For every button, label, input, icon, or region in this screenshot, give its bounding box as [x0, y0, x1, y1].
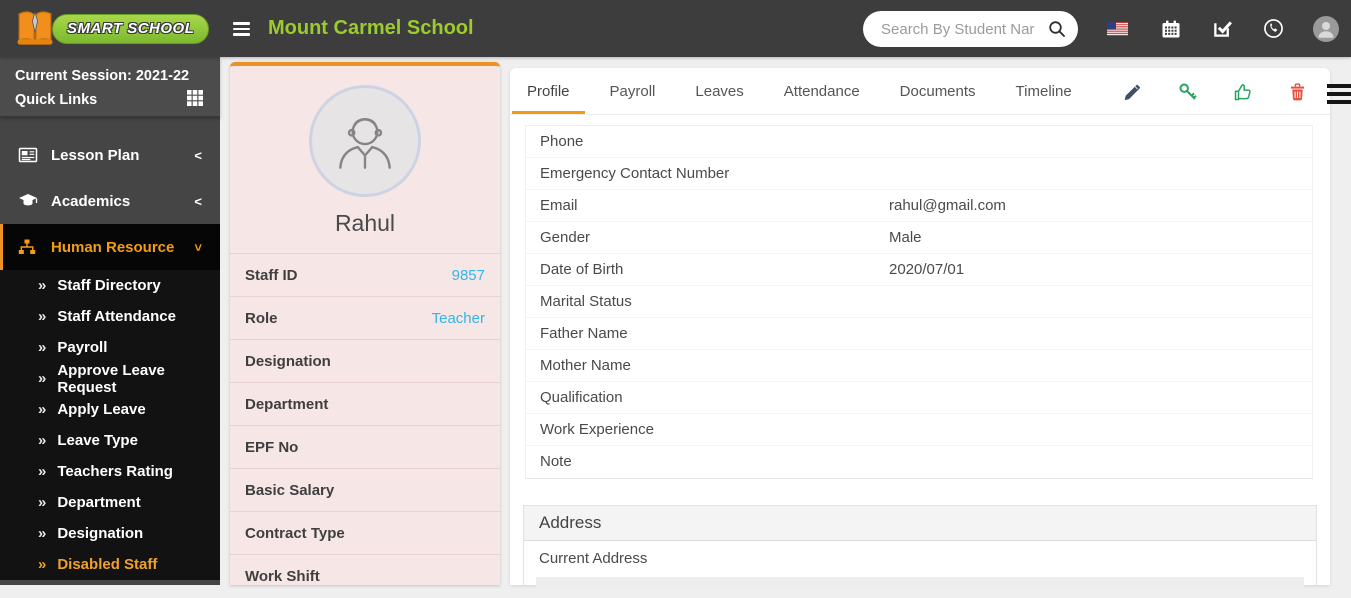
enable-thumbs-up-icon[interactable]: [1234, 83, 1252, 101]
sidebar-menu: Lesson Plan < Academics <: [0, 132, 220, 580]
double-arrow-icon: »: [38, 308, 46, 325]
whatsapp-icon[interactable]: [1262, 0, 1285, 57]
human-resource-icon: [18, 239, 38, 255]
book-logo-icon: [14, 7, 56, 49]
submenu-item-apply-leave[interactable]: » Apply Leave: [0, 394, 220, 425]
detail-row-mother-name: Mother Name: [526, 350, 1312, 382]
sidebar-item-label: Academics: [51, 193, 130, 210]
student-search: [863, 11, 1078, 47]
tab-attendance[interactable]: Attendance: [769, 68, 875, 114]
detail-row-gender: Gender Male: [526, 222, 1312, 254]
staff-name: Rahul: [230, 210, 500, 237]
sidebar-item-human-resource[interactable]: Human Resource <: [0, 224, 220, 270]
detail-row-work-experience: Work Experience: [526, 414, 1312, 446]
staff-detail-card: Profile Payroll Leaves Attendance Docume…: [510, 68, 1330, 585]
chevron-down-icon: <: [194, 240, 202, 255]
tab-profile[interactable]: Profile: [512, 68, 585, 114]
edit-pencil-icon[interactable]: [1123, 83, 1141, 101]
detail-row-qualification: Qualification: [526, 382, 1312, 414]
double-arrow-icon: »: [38, 339, 46, 356]
sidebar-item-lesson-plan[interactable]: Lesson Plan <: [0, 132, 220, 178]
address-section-title: Address: [524, 506, 1316, 541]
quick-links[interactable]: Quick Links: [15, 92, 205, 108]
detail-row-note: Note: [526, 446, 1312, 478]
detail-row-date-of-birth: Date of Birth 2020/07/01: [526, 254, 1312, 286]
summary-row-designation: Designation: [230, 340, 500, 383]
school-name-title: Mount Carmel School: [268, 0, 474, 57]
search-icon[interactable]: [1048, 20, 1066, 38]
summary-row-epf-no: EPF No: [230, 426, 500, 469]
chevron-left-icon: <: [194, 148, 202, 163]
tab-timeline[interactable]: Timeline: [1001, 68, 1087, 114]
submenu-item-disabled-staff[interactable]: » Disabled Staff: [0, 549, 220, 580]
summary-row-contract-type: Contract Type: [230, 512, 500, 555]
card-options-menu-icon[interactable]: [1327, 84, 1351, 108]
summary-row-department: Department: [230, 383, 500, 426]
search-input[interactable]: [881, 12, 1036, 46]
todo-check-icon[interactable]: [1212, 0, 1233, 57]
sidebar-item-academics[interactable]: Academics <: [0, 178, 220, 224]
profile-details-table: Phone Emergency Contact Number Email rah…: [525, 125, 1313, 479]
summary-row-basic-salary: Basic Salary: [230, 469, 500, 512]
summary-row-staff-id: Staff ID 9857: [230, 254, 500, 297]
sidebar-toggle-icon[interactable]: [233, 22, 250, 39]
staff-actions: [1123, 68, 1306, 115]
detail-row-emergency-contact: Emergency Contact Number: [526, 158, 1312, 190]
double-arrow-icon: »: [38, 494, 46, 511]
submenu-item-staff-attendance[interactable]: » Staff Attendance: [0, 301, 220, 332]
submenu-item-designation[interactable]: » Designation: [0, 518, 220, 549]
tab-documents[interactable]: Documents: [885, 68, 991, 114]
session-block: Current Session: 2021-22 Quick Links: [0, 57, 220, 117]
submenu-item-approve-leave-request[interactable]: » Approve Leave Request: [0, 363, 220, 394]
address-section: Address Current Address: [523, 505, 1317, 585]
double-arrow-icon: »: [38, 277, 46, 294]
submenu-item-teachers-rating[interactable]: » Teachers Rating: [0, 456, 220, 487]
address-value-area: [536, 577, 1304, 589]
double-arrow-icon: »: [38, 525, 46, 542]
smart-school-logo[interactable]: SMART SCHOOL: [14, 5, 214, 52]
language-flag-icon[interactable]: [1107, 0, 1128, 57]
detail-row-marital-status: Marital Status: [526, 286, 1312, 318]
human-resource-submenu: » Staff Directory » Staff Attendance » P…: [0, 270, 220, 580]
submenu-item-staff-directory[interactable]: » Staff Directory: [0, 270, 220, 301]
double-arrow-icon: »: [38, 370, 46, 387]
sidebar: Current Session: 2021-22 Quick Links Les…: [0, 57, 220, 585]
delete-trash-icon[interactable]: [1289, 82, 1306, 101]
lesson-plan-icon: [18, 145, 38, 165]
submenu-item-department[interactable]: » Department: [0, 487, 220, 518]
staff-avatar: [309, 85, 421, 197]
staff-summary-card: Rahul Staff ID 9857 Role Teacher Designa…: [230, 62, 500, 585]
profile-tabbar: Profile Payroll Leaves Attendance Docume…: [510, 68, 1330, 115]
reset-password-key-icon[interactable]: [1178, 82, 1197, 101]
detail-row-phone: Phone: [526, 126, 1312, 158]
tab-payroll[interactable]: Payroll: [595, 68, 671, 114]
address-row-current: Current Address: [524, 541, 1316, 577]
logo-text: SMART SCHOOL: [52, 14, 209, 44]
academics-icon: [18, 193, 38, 209]
double-arrow-icon: »: [38, 401, 46, 418]
summary-row-role: Role Teacher: [230, 297, 500, 340]
person-icon: [328, 104, 402, 178]
double-arrow-icon: »: [38, 432, 46, 449]
summary-row-work-shift: Work Shift: [230, 555, 500, 598]
detail-row-father-name: Father Name: [526, 318, 1312, 350]
submenu-item-leave-type[interactable]: » Leave Type: [0, 425, 220, 456]
tab-leaves[interactable]: Leaves: [680, 68, 758, 114]
double-arrow-icon: »: [38, 556, 46, 573]
submenu-item-payroll[interactable]: » Payroll: [0, 332, 220, 363]
current-session-label: Current Session: 2021-22: [15, 68, 205, 84]
detail-row-email: Email rahul@gmail.com: [526, 190, 1312, 222]
sidebar-item-label: Lesson Plan: [51, 147, 139, 164]
app-header: SMART SCHOOL Mount Carmel School: [0, 0, 1351, 57]
staff-summary-fields: Staff ID 9857 Role Teacher Designation D…: [230, 253, 500, 598]
double-arrow-icon: »: [38, 463, 46, 480]
user-avatar-icon[interactable]: [1313, 0, 1339, 57]
sidebar-item-label: Human Resource: [51, 239, 174, 256]
quick-links-grid-icon[interactable]: [187, 90, 203, 106]
chevron-left-icon: <: [194, 194, 202, 209]
calendar-icon[interactable]: [1161, 0, 1181, 57]
